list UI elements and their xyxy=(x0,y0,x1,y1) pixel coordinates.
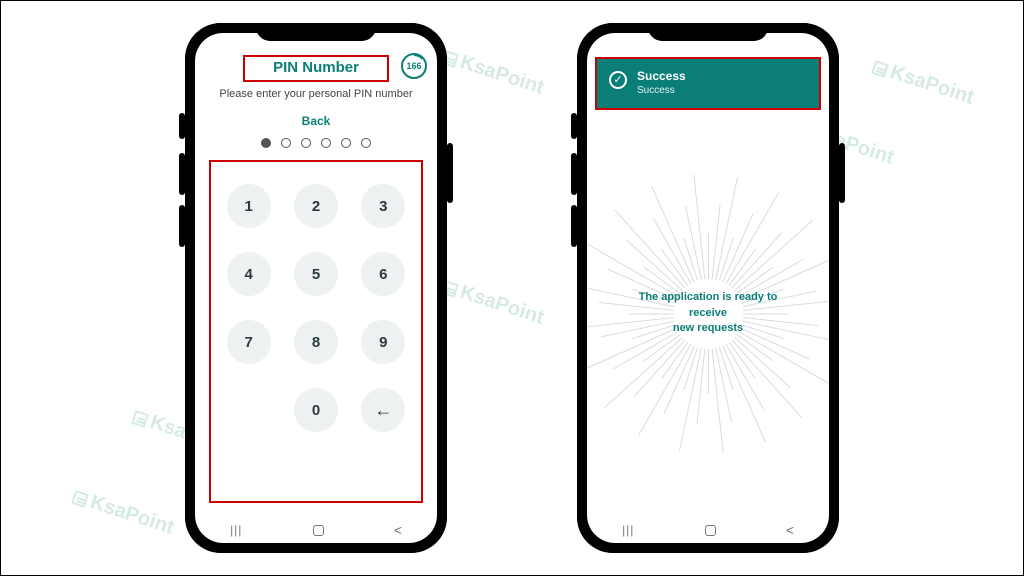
back-button[interactable]: Back xyxy=(195,114,437,128)
phone-success: ✓ Success Success The application is rea… xyxy=(577,23,839,553)
highlight-pin-title: PIN Number xyxy=(243,55,389,82)
keypad-6[interactable]: 6 xyxy=(361,252,405,296)
banner-title: Success xyxy=(637,69,686,83)
pin-dot xyxy=(281,138,291,148)
phone-pin: PIN Number 166 Please enter your persona… xyxy=(185,23,447,553)
android-navbar: ||| < xyxy=(587,517,829,543)
keypad-9[interactable]: 9 xyxy=(361,320,405,364)
keypad-1[interactable]: 1 xyxy=(227,184,271,228)
keypad-backspace-icon[interactable]: ← xyxy=(361,388,405,432)
nav-home-icon[interactable] xyxy=(705,525,716,536)
keypad-5[interactable]: 5 xyxy=(294,252,338,296)
keypad-0[interactable]: 0 xyxy=(294,388,338,432)
keypad-4[interactable]: 4 xyxy=(227,252,271,296)
keypad-2[interactable]: 2 xyxy=(294,184,338,228)
check-circle-icon: ✓ xyxy=(609,71,627,89)
nav-recent-icon[interactable]: ||| xyxy=(622,523,634,537)
keypad-blank xyxy=(227,388,271,432)
keypad-7[interactable]: 7 xyxy=(227,320,271,364)
pin-dot xyxy=(261,138,271,148)
countdown-timer-icon: 166 xyxy=(401,53,427,79)
keypad-3[interactable]: 3 xyxy=(361,184,405,228)
nav-back-icon[interactable]: < xyxy=(394,522,402,538)
pin-dot xyxy=(341,138,351,148)
pin-progress-dots xyxy=(195,138,437,148)
nav-home-icon[interactable] xyxy=(313,525,324,536)
android-navbar: ||| < xyxy=(195,517,437,543)
nav-back-icon[interactable]: < xyxy=(786,522,794,538)
keypad-8[interactable]: 8 xyxy=(294,320,338,364)
pin-dot xyxy=(361,138,371,148)
pin-subtitle: Please enter your personal PIN number xyxy=(195,88,437,100)
highlight-keypad: 1 2 3 4 5 6 7 8 9 0 ← xyxy=(209,160,423,503)
ready-message: The application is ready to receive new … xyxy=(623,290,793,336)
highlight-success-banner: ✓ Success Success xyxy=(595,57,821,110)
nav-recent-icon[interactable]: ||| xyxy=(230,523,242,537)
success-banner: ✓ Success Success xyxy=(597,59,819,108)
banner-subtitle: Success xyxy=(637,85,686,96)
pin-dot xyxy=(321,138,331,148)
numeric-keypad: 1 2 3 4 5 6 7 8 9 0 ← xyxy=(215,172,417,495)
pin-dot xyxy=(301,138,311,148)
page-title: PIN Number xyxy=(273,59,359,76)
